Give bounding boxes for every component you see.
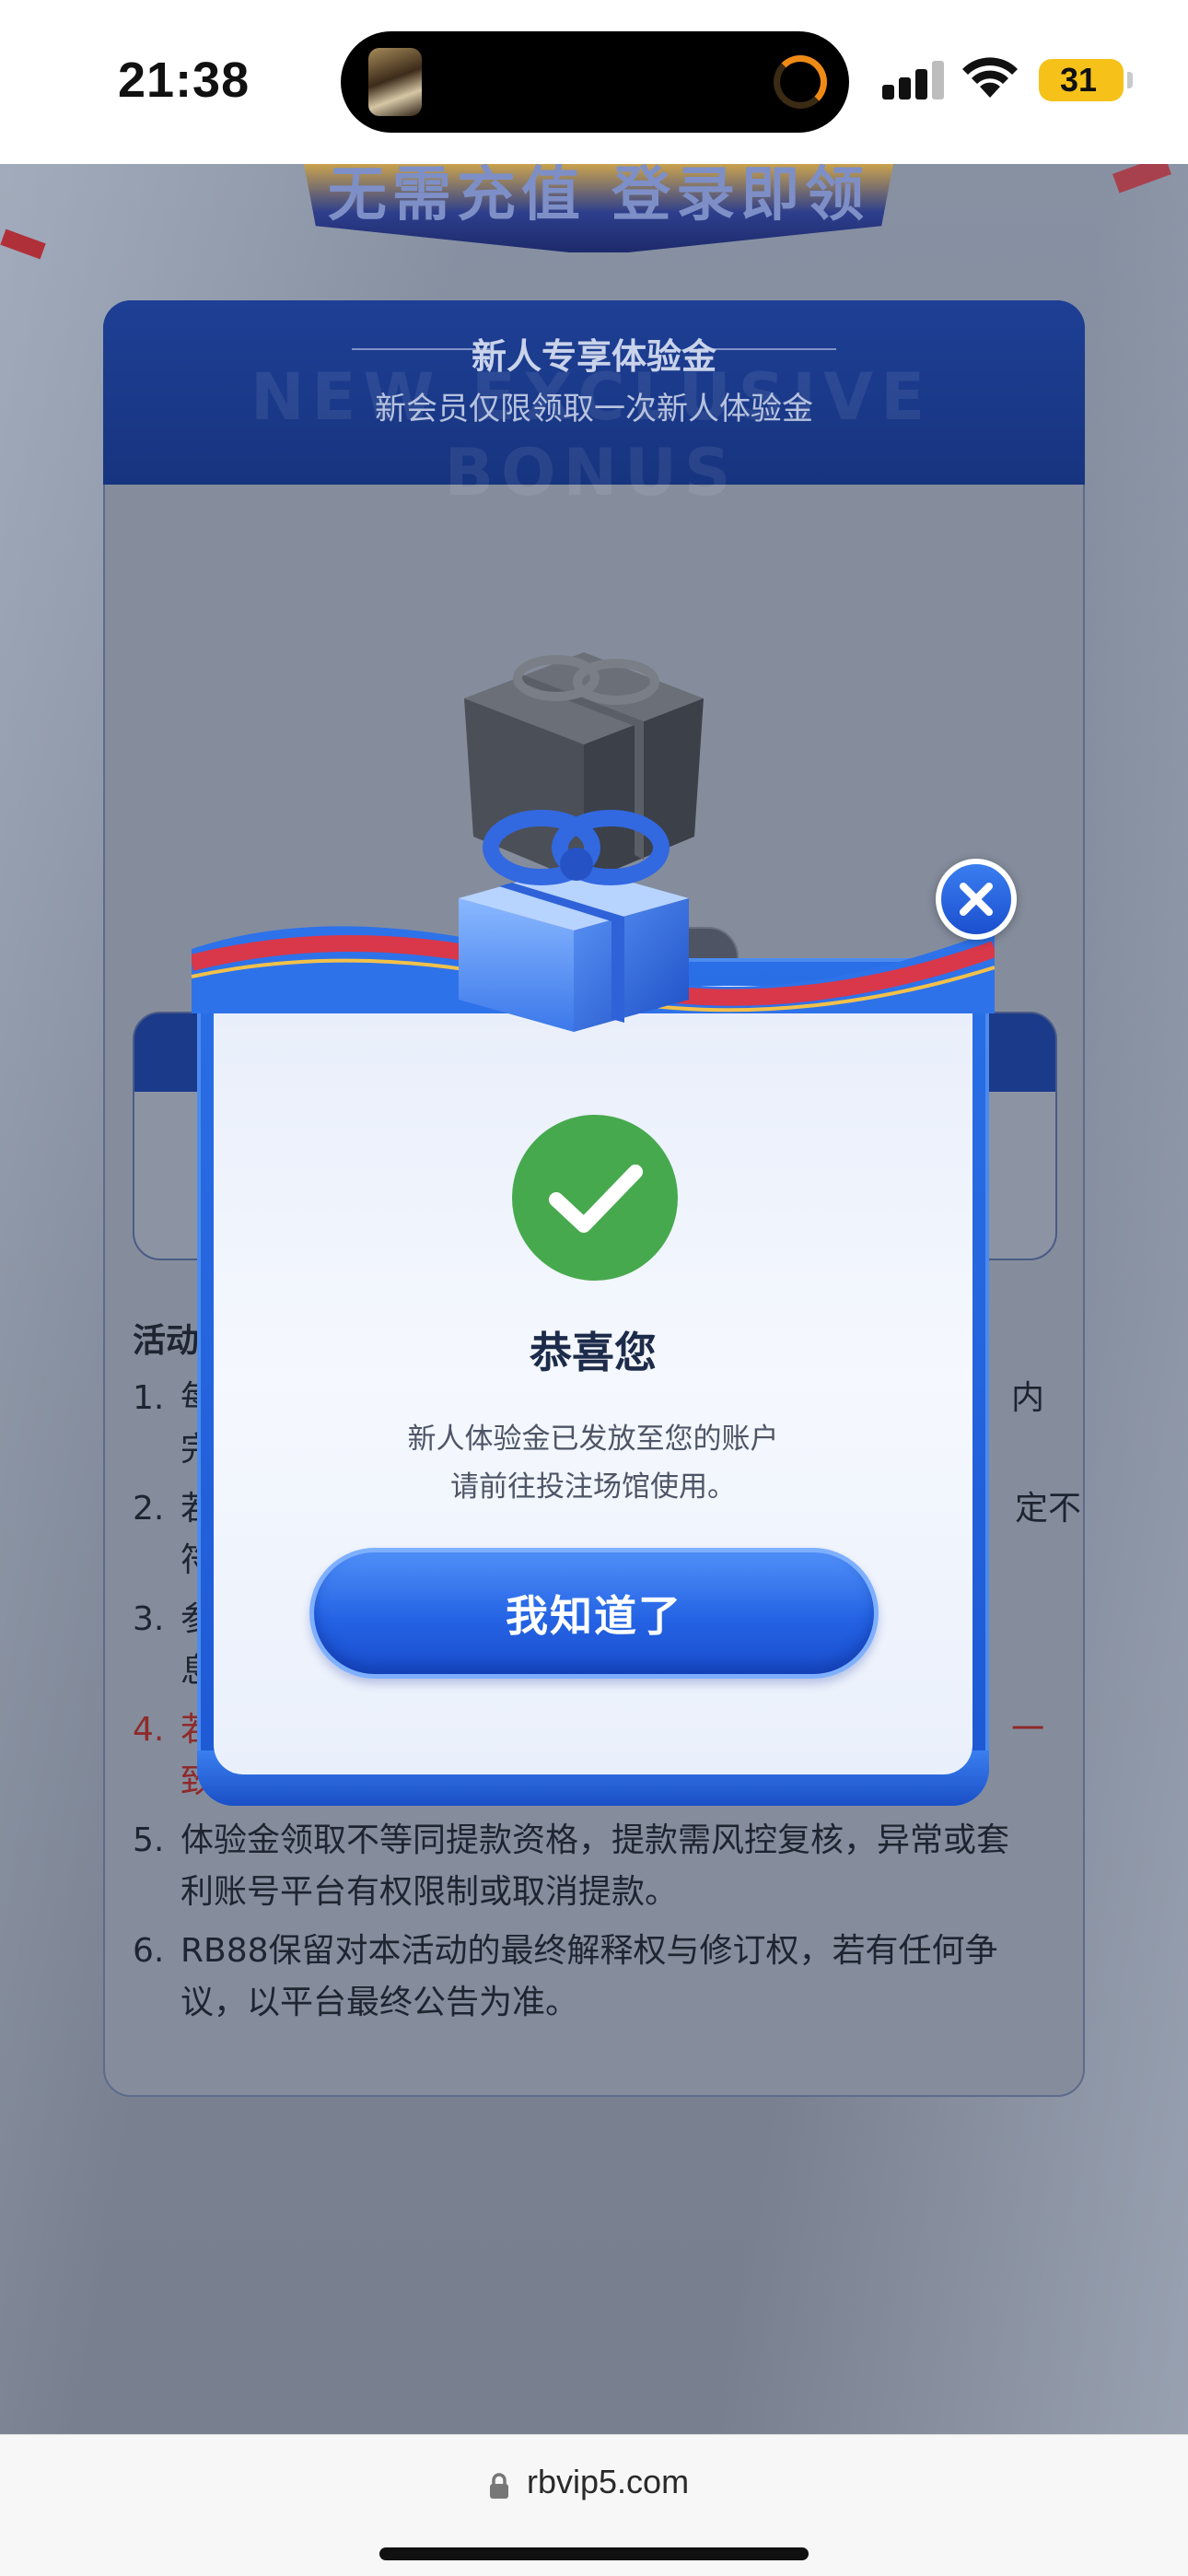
check-icon	[549, 1165, 643, 1233]
gift-box-icon	[459, 810, 689, 1032]
confirm-button-label: 我知道了	[506, 1591, 682, 1641]
status-time: 21:38	[118, 53, 250, 108]
hero-banner: 无需充值 登录即领	[304, 164, 893, 252]
dialog-message-line: 新人体验金已发放至您的账户	[407, 1423, 779, 1456]
rule-item: 5. 体验金领取不等同提款资格，提款需风控复核，异常或套 利账号平台有权限制或取…	[133, 1821, 1010, 1911]
dialog-message-line: 请前往投注场馆使用。	[450, 1470, 736, 1504]
lock-icon	[490, 2473, 508, 2499]
url-text[interactable]: rbvip5.com	[527, 2463, 689, 2501]
home-indicator[interactable]	[379, 2547, 809, 2560]
dialog-message: 新人体验金已发放至您的账户 请前往投注场馆使用。	[197, 1415, 989, 1511]
browser-address-bar[interactable]: rbvip5.com	[0, 2434, 1188, 2576]
dynamic-island	[341, 31, 849, 133]
screen: 21:38 31 无需充值 登录即领 NEW EXCLUSIVE BONUS 新…	[0, 0, 1188, 2576]
close-button[interactable]	[936, 859, 1017, 940]
battery-icon: 31	[1039, 59, 1133, 101]
rule-item: 6. RB88保留对本活动的最终解释权与修订权，若有任何争 议，以平台最终公告为…	[133, 1932, 998, 2021]
confetti-decoration	[0, 228, 46, 260]
app-thumbnail-icon	[368, 48, 422, 116]
success-check-badge	[512, 1115, 678, 1281]
success-dialog	[192, 926, 995, 1806]
status-bar: 21:38 31	[0, 0, 1188, 164]
card-title: 新人专享体验金	[471, 336, 716, 377]
confirm-button[interactable]: 我知道了	[309, 1548, 879, 1679]
close-icon	[960, 883, 993, 916]
card-header: NEW EXCLUSIVE BONUS 新人专享体验金 新会员仅限领取一次新人体…	[103, 300, 1085, 510]
header-watermark: NEW EXCLUSIVE BONUS	[250, 359, 933, 510]
battery-level: 31	[1059, 61, 1098, 99]
cellular-signal-icon	[882, 61, 945, 100]
dialog-title: 恭喜您	[530, 1328, 657, 1377]
wifi-icon	[962, 57, 1018, 98]
activity-ring-icon	[774, 55, 827, 109]
card-subtitle: 新会员仅限领取一次新人体验金	[375, 391, 813, 427]
